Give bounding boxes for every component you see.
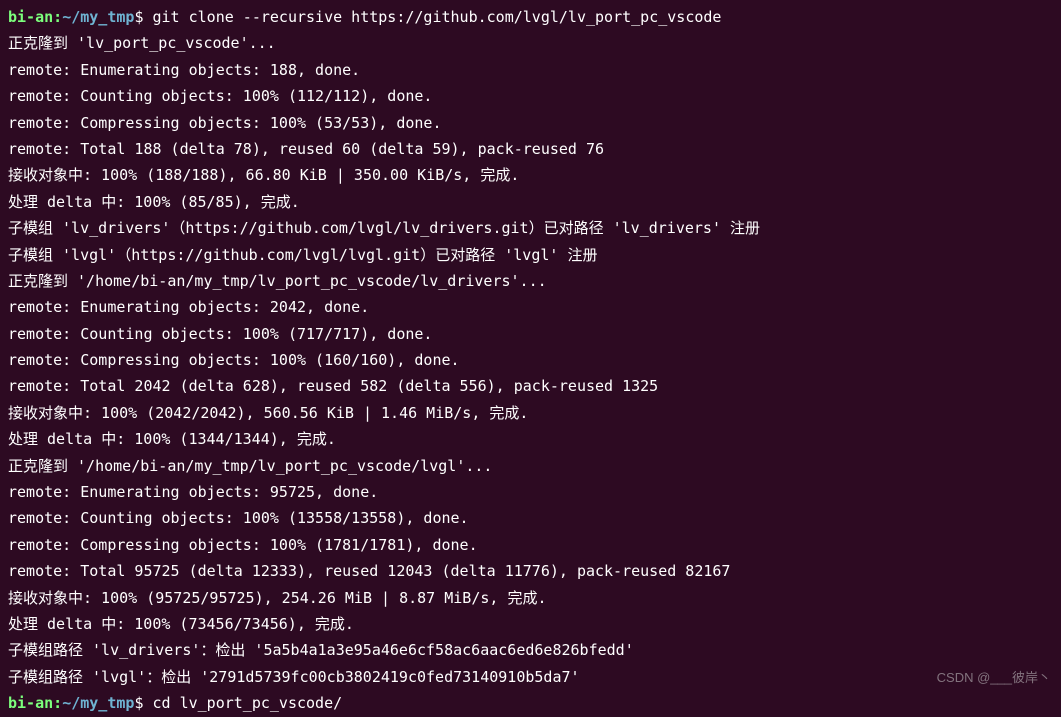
output-line: 正克隆到 '/home/bi-an/my_tmp/lv_port_pc_vsco… <box>8 453 1053 479</box>
output-line: remote: Enumerating objects: 95725, done… <box>8 479 1053 505</box>
terminal-output: 正克隆到 'lv_port_pc_vscode'...remote: Enume… <box>8 30 1053 690</box>
output-line: 子模组 'lv_drivers'（https://github.com/lvgl… <box>8 215 1053 241</box>
output-line: remote: Enumerating objects: 188, done. <box>8 57 1053 83</box>
prompt-line-1: bi-an:~/my_tmp$ git clone --recursive ht… <box>8 4 1053 30</box>
prompt-dollar: $ <box>134 694 152 712</box>
output-line: 接收对象中: 100% (188/188), 66.80 KiB | 350.0… <box>8 162 1053 188</box>
output-line: remote: Counting objects: 100% (717/717)… <box>8 321 1053 347</box>
output-line: 处理 delta 中: 100% (73456/73456), 完成. <box>8 611 1053 637</box>
output-line: remote: Counting objects: 100% (112/112)… <box>8 83 1053 109</box>
command-text: cd lv_port_pc_vscode/ <box>153 694 343 712</box>
output-line: remote: Total 2042 (delta 628), reused 5… <box>8 373 1053 399</box>
output-line: 正克隆到 '/home/bi-an/my_tmp/lv_port_pc_vsco… <box>8 268 1053 294</box>
prompt-dollar: $ <box>134 8 152 26</box>
output-line: 接收对象中: 100% (2042/2042), 560.56 KiB | 1.… <box>8 400 1053 426</box>
prompt-line-2: bi-an:~/my_tmp$ cd lv_port_pc_vscode/ <box>8 690 1053 716</box>
output-line: remote: Total 188 (delta 78), reused 60 … <box>8 136 1053 162</box>
output-line: remote: Total 95725 (delta 12333), reuse… <box>8 558 1053 584</box>
output-line: remote: Compressing objects: 100% (53/53… <box>8 110 1053 136</box>
watermark: CSDN @___彼岸丶 <box>937 667 1051 690</box>
output-line: 子模组路径 'lv_drivers'：检出 '5a5b4a1a3e95a46e6… <box>8 637 1053 663</box>
prompt-path: ~/my_tmp <box>62 8 134 26</box>
output-line: 子模组 'lvgl'（https://github.com/lvgl/lvgl.… <box>8 242 1053 268</box>
output-line: remote: Counting objects: 100% (13558/13… <box>8 505 1053 531</box>
output-line: remote: Compressing objects: 100% (160/1… <box>8 347 1053 373</box>
prompt-path: ~/my_tmp <box>62 694 134 712</box>
output-line: 正克隆到 'lv_port_pc_vscode'... <box>8 30 1053 56</box>
command-text: git clone --recursive https://github.com… <box>153 8 722 26</box>
output-line: 处理 delta 中: 100% (1344/1344), 完成. <box>8 426 1053 452</box>
terminal[interactable]: bi-an:~/my_tmp$ git clone --recursive ht… <box>8 4 1053 717</box>
output-line: 子模组路径 'lvgl'：检出 '2791d5739fc00cb3802419c… <box>8 664 1053 690</box>
output-line: 接收对象中: 100% (95725/95725), 254.26 MiB | … <box>8 585 1053 611</box>
prompt-user: bi-an: <box>8 694 62 712</box>
prompt-user: bi-an: <box>8 8 62 26</box>
output-line: 处理 delta 中: 100% (85/85), 完成. <box>8 189 1053 215</box>
output-line: remote: Compressing objects: 100% (1781/… <box>8 532 1053 558</box>
output-line: remote: Enumerating objects: 2042, done. <box>8 294 1053 320</box>
